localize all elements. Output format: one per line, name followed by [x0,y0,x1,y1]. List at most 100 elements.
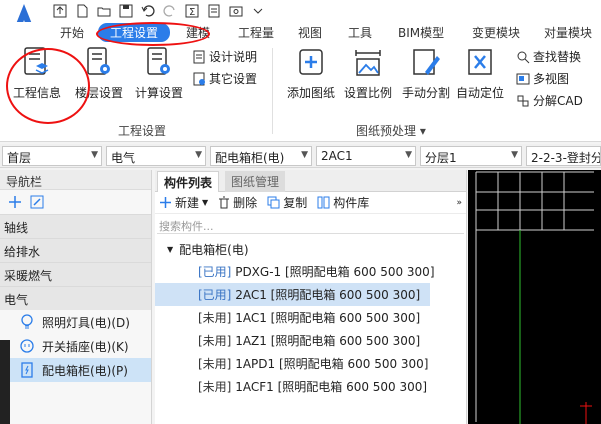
filter-bar: 首层 ▼ 电气 ▼ 配电箱柜(电) ▼ 2AC1 ▼ 分层1 ▼ 2-2-3-登封分 [0,144,601,168]
ribbon-separator [272,48,273,134]
tab-modeling[interactable]: 建模 [186,24,210,41]
delete-button[interactable]: 删除 [218,194,257,211]
auto-locate-icon [468,49,492,75]
project-info-button[interactable]: 工程信息 [10,46,64,101]
decompose-icon [517,95,529,106]
tab-drawing-management[interactable]: 图纸管理 [225,171,286,192]
redo-icon[interactable] [162,3,178,19]
chevron-down-icon: ▼ [91,150,98,160]
copy-icon [267,196,280,209]
tab-compare-module[interactable]: 对量模块 [544,24,592,41]
document-icon [193,50,205,63]
multi-view-label: 多视图 [533,72,570,86]
copy-button[interactable]: 复制 [267,194,307,211]
nav-category-electrical[interactable]: 电气 [0,286,151,310]
cabinet-icon [21,362,33,378]
auto-locate-label: 自动定位 [455,86,504,100]
add-drawing-label: 添加图纸 [286,86,335,100]
drawing-select[interactable]: 2-2-3-登封分 [526,146,601,166]
nav-item-label: 配电箱柜(电)(P) [42,363,128,378]
dropdown-icon[interactable] [250,3,266,19]
tab-start[interactable]: 开始 [60,24,84,41]
discipline-select[interactable]: 电气 ▼ [106,146,206,166]
chevron-down-icon: ▼ [301,150,308,160]
component-name: 1AC1 [照明配电箱 600 500 300] [235,311,421,325]
nav-category-plumbing[interactable]: 给排水 [0,238,151,262]
decompose-cad-button[interactable]: 分解CAD [516,92,583,109]
trash-icon [219,196,230,209]
component-search-input[interactable]: 搜索构件... [157,218,464,234]
component-select[interactable]: 2AC1 ▼ [316,146,416,166]
design-notes-label: 设计说明 [209,50,258,64]
multi-view-button[interactable]: 多视图 [516,70,569,87]
calc-settings-button[interactable]: 计算设置 [132,46,186,101]
library-icon [317,196,330,209]
nav-category-heating-gas[interactable]: 采暖燃气 [0,262,151,286]
nav-item-switch-socket[interactable]: 开关插座(电)(K) [0,334,151,358]
calc-settings-icon [147,47,170,75]
sum-icon[interactable]: Σ [184,3,200,19]
nav-item-lighting[interactable]: 照明灯具(电)(D) [0,310,151,334]
project-group-label: 工程设置 [118,124,167,138]
tab-view[interactable]: 视图 [298,24,322,41]
auto-locate-button[interactable]: 自动定位 [452,46,508,101]
drawing-canvas[interactable] [468,170,601,424]
tab-project-settings[interactable]: 工程设置 [98,23,171,42]
tab-tools[interactable]: 工具 [348,24,372,41]
sheet-icon[interactable] [206,3,222,19]
nav-item-label: 开关插座(电)(K) [42,339,129,354]
list-item[interactable]: [未用] 1ACF1 [照明配电箱 600 500 300] [155,375,430,398]
floor-settings-button[interactable]: 楼层设置 [72,46,126,101]
undo-icon[interactable] [140,3,156,19]
save-icon[interactable] [118,3,134,19]
capture-icon[interactable] [228,3,244,19]
component-name: 2AC1 [照明配电箱 600 500 300] [235,288,421,302]
component-name: PDXG-1 [照明配电箱 600 500 300] [235,265,435,279]
project-info-label: 工程信息 [12,86,61,100]
set-scale-button[interactable]: 设置比例 [340,46,396,101]
new-file-icon[interactable] [74,3,90,19]
layer-select[interactable]: 分层1 ▼ [420,146,522,166]
new-component-button[interactable]: 新建 ▼ [159,194,208,211]
tab-quantity[interactable]: 工程量 [238,24,274,41]
status-badge: [已用] [198,265,232,279]
other-settings-label: 其它设置 [209,72,258,86]
upload-icon[interactable] [52,3,68,19]
tab-bim-model[interactable]: BIM模型 [398,24,444,41]
list-item[interactable]: [未用] 1AC1 [照明配电箱 600 500 300] [155,306,430,329]
find-replace-button[interactable]: 查找替换 [516,48,581,65]
open-folder-icon[interactable] [96,3,112,19]
ribbon-tabs: 开始 工程设置 建模 工程量 视图 工具 BIM模型 变更模块 对量模块 [0,22,601,42]
nav-category-axis[interactable]: 轴线 [0,214,151,238]
chevron-down-icon: ▼ [202,198,209,207]
sparkle-add-icon[interactable] [8,195,22,209]
add-drawing-button[interactable]: 添加图纸 [284,46,338,101]
floor-select[interactable]: 首层 ▼ [2,146,102,166]
list-item[interactable]: [已用] PDXG-1 [照明配电箱 600 500 300] [155,260,435,283]
category-select[interactable]: 配电箱柜(电) ▼ [210,146,312,166]
other-settings-button[interactable]: 其它设置 [192,70,257,87]
nav-item-distribution-cabinet[interactable]: 配电箱柜(电)(P) [0,358,151,382]
status-badge: [未用] [198,334,232,348]
expand-arrow-icon[interactable]: ▼ [167,245,173,254]
component-name: 1APD1 [照明配电箱 600 500 300] [235,357,429,371]
tab-change-module[interactable]: 变更模块 [472,24,520,41]
list-item[interactable]: [已用] 2AC1 [照明配电箱 600 500 300] [155,283,430,306]
scale-icon [355,50,381,76]
tree-parent-node[interactable]: ▼ 配电箱柜(电) [155,238,466,260]
list-item[interactable]: [未用] 1AZ1 [照明配电箱 600 500 300] [155,329,430,352]
new-label: 新建 [175,196,200,210]
svg-text:Σ: Σ [189,7,195,18]
floor-settings-icon [87,47,110,75]
manual-split-button[interactable]: 手动分割 [398,46,454,101]
list-item[interactable]: [未用] 1APD1 [照明配电箱 600 500 300] [155,352,430,375]
component-name: 1AZ1 [照明配电箱 600 500 300] [235,334,421,348]
library-button[interactable]: 构件库 [317,194,369,211]
set-scale-label: 设置比例 [343,86,392,100]
tab-component-list[interactable]: 构件列表 [157,171,220,192]
edit-icon[interactable] [30,195,44,209]
design-notes-button[interactable]: 设计说明 [192,48,257,65]
copy-label: 复制 [283,196,308,210]
navigation-panel: 导航栏 轴线 给排水 采暖燃气 电气 照明灯具(电)(D) 开关插座(电)(K)… [0,170,152,424]
more-tools-icon[interactable]: » [456,198,462,208]
